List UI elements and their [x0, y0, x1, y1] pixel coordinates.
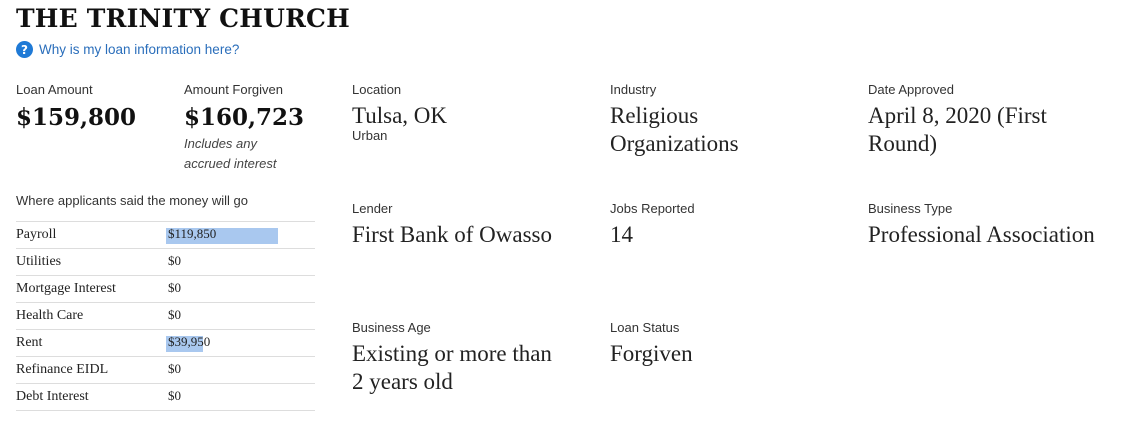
uses-amount-cell: $0	[166, 249, 315, 275]
uses-category: Payroll	[16, 227, 57, 242]
uses-amount: $119,850	[168, 226, 217, 241]
uses-heading: Where applicants said the money will go	[16, 193, 248, 208]
uses-amount-cell: $0	[166, 276, 315, 302]
uses-row: Payroll $119,850	[16, 222, 315, 249]
loan-status-label: Loan Status	[610, 320, 680, 335]
uses-amount: $0	[168, 280, 181, 295]
loan-status-value: Forgiven	[610, 341, 693, 366]
uses-row: Rent $39,950	[16, 330, 315, 357]
jobs-value: 14	[610, 222, 633, 247]
business-age-label: Business Age	[352, 320, 431, 335]
forgiven-note: Includes any accrued interest	[184, 136, 277, 171]
uses-table: Payroll $119,850 Utilities $0 Mortgage Inter…	[16, 221, 315, 411]
business-type-label: Business Type	[868, 201, 953, 216]
uses-category: Debt Interest	[16, 389, 89, 404]
uses-amount: $39,950	[168, 334, 211, 349]
uses-row: Refinance EIDL $0	[16, 357, 315, 384]
uses-amount-cell: $119,850	[166, 222, 315, 248]
date-approved-label: Date Approved	[868, 82, 955, 97]
help-link-text: Why is my loan information here?	[39, 42, 240, 57]
uses-amount: $0	[168, 253, 181, 268]
industry-value: Religious Organizations	[610, 103, 739, 156]
uses-row: Utilities $0	[16, 249, 315, 276]
lender-value: First Bank of Owasso	[352, 222, 552, 247]
uses-amount: $0	[168, 307, 181, 322]
help-link[interactable]: ? Why is my loan information here?	[16, 41, 239, 58]
loan-amount-value: $159,800	[16, 104, 137, 131]
location-value: Tulsa, OK	[352, 103, 448, 128]
page-title: THE TRINITY CHURCH	[16, 4, 350, 33]
uses-row: Health Care $0	[16, 303, 315, 330]
uses-row: Debt Interest $0	[16, 384, 315, 411]
industry-label: Industry	[610, 82, 657, 97]
uses-category: Utilities	[16, 254, 62, 269]
jobs-label: Jobs Reported	[610, 201, 695, 216]
lender-label: Lender	[352, 201, 393, 216]
location-sub: Urban	[352, 128, 388, 143]
amount-forgiven-value: $160,723	[184, 104, 305, 131]
uses-row: Mortgage Interest $0	[16, 276, 315, 303]
uses-amount-cell: $0	[166, 357, 315, 383]
uses-amount-cell: $0	[166, 384, 315, 410]
uses-amount: $0	[168, 388, 181, 403]
uses-amount-cell: $39,950	[166, 330, 315, 356]
business-age-value: Existing or more than 2 years old	[352, 341, 552, 394]
uses-category: Health Care	[16, 308, 84, 323]
location-label: Location	[352, 82, 402, 97]
uses-amount-cell: $0	[166, 303, 315, 329]
business-type-value: Professional Association	[868, 222, 1095, 247]
loan-amount-label: Loan Amount	[16, 82, 93, 97]
uses-amount: $0	[168, 361, 181, 376]
question-circle-icon: ?	[16, 41, 33, 58]
date-approved-value: April 8, 2020 (First Round)	[868, 103, 1047, 156]
amount-forgiven-label: Amount Forgiven	[184, 82, 283, 97]
uses-category: Refinance EIDL	[16, 362, 109, 377]
uses-category: Mortgage Interest	[16, 281, 116, 296]
uses-category: Rent	[16, 335, 43, 350]
